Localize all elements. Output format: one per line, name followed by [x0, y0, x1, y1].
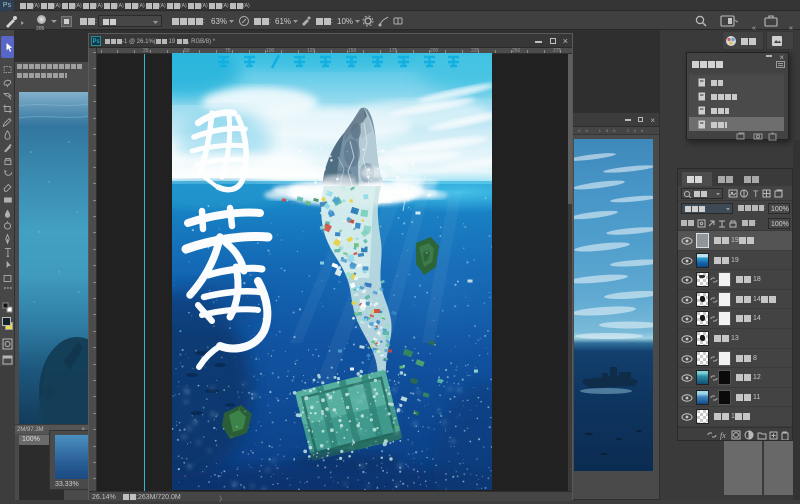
svg-text:T: T	[753, 189, 759, 199]
svg-text:fx: fx	[720, 431, 726, 440]
